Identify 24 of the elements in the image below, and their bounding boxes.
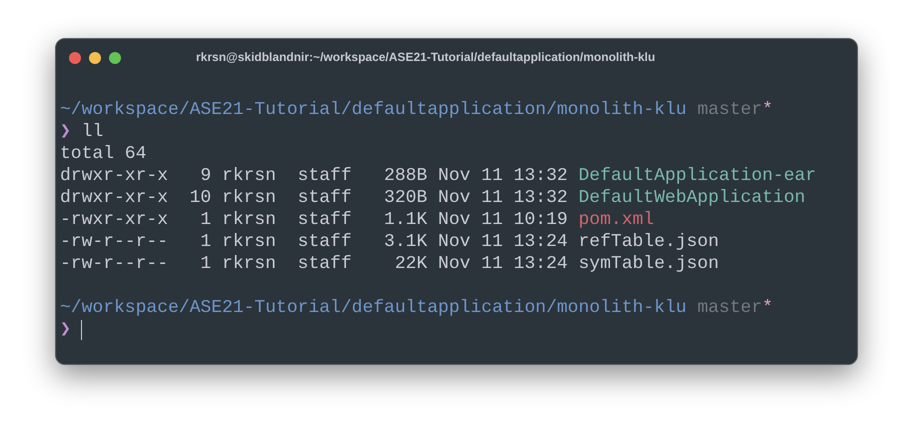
close-button[interactable] [69,52,81,64]
file-details: -rw-r--r-- 1 rkrsn staff 22K Nov 11 13:24 [60,253,568,275]
file-name: pom.xml [578,209,654,231]
window-title: rkrsn@skidblandnir:~/workspace/ASE21-Tutorial/defaultapplication/monolith-klu [195,50,656,64]
file-details: -rw-r--r-- 1 rkrsn staff 3.1K Nov 11 13:24 [60,231,568,253]
output-text: total 64 [60,143,146,165]
dirty-marker: * [762,99,773,121]
file-name: symTable.json [578,253,719,275]
file-name: DefaultWebApplication [578,187,806,209]
prompt-symbol: ❯ [60,319,71,341]
git-branch: master [697,297,762,319]
git-branch: master [697,99,762,121]
file-name: refTable.json [578,231,719,253]
command-text: ll [82,121,104,143]
zoom-button[interactable] [109,52,121,64]
prompt-symbol: ❯ [60,121,71,143]
file-details: -rwxr-xr-x 1 rkrsn staff 1.1K Nov 11 10:19 [60,209,568,231]
file-details: drwxr-xr-x 10 rkrsn staff 320B Nov 11 13:32 [60,187,568,209]
dirty-marker: * [762,297,773,319]
directory-path: ~/workspace/ASE21-Tutorial/defaultapplication/monolith-klu [60,99,687,121]
file-name: DefaultApplication-ear [578,165,816,187]
minimize-button[interactable] [89,52,101,64]
file-details: drwxr-xr-x 9 rkrsn staff 288B Nov 11 13:32 [60,165,568,187]
directory-path: ~/workspace/ASE21-Tutorial/defaultapplication/monolith-klu [60,297,687,319]
